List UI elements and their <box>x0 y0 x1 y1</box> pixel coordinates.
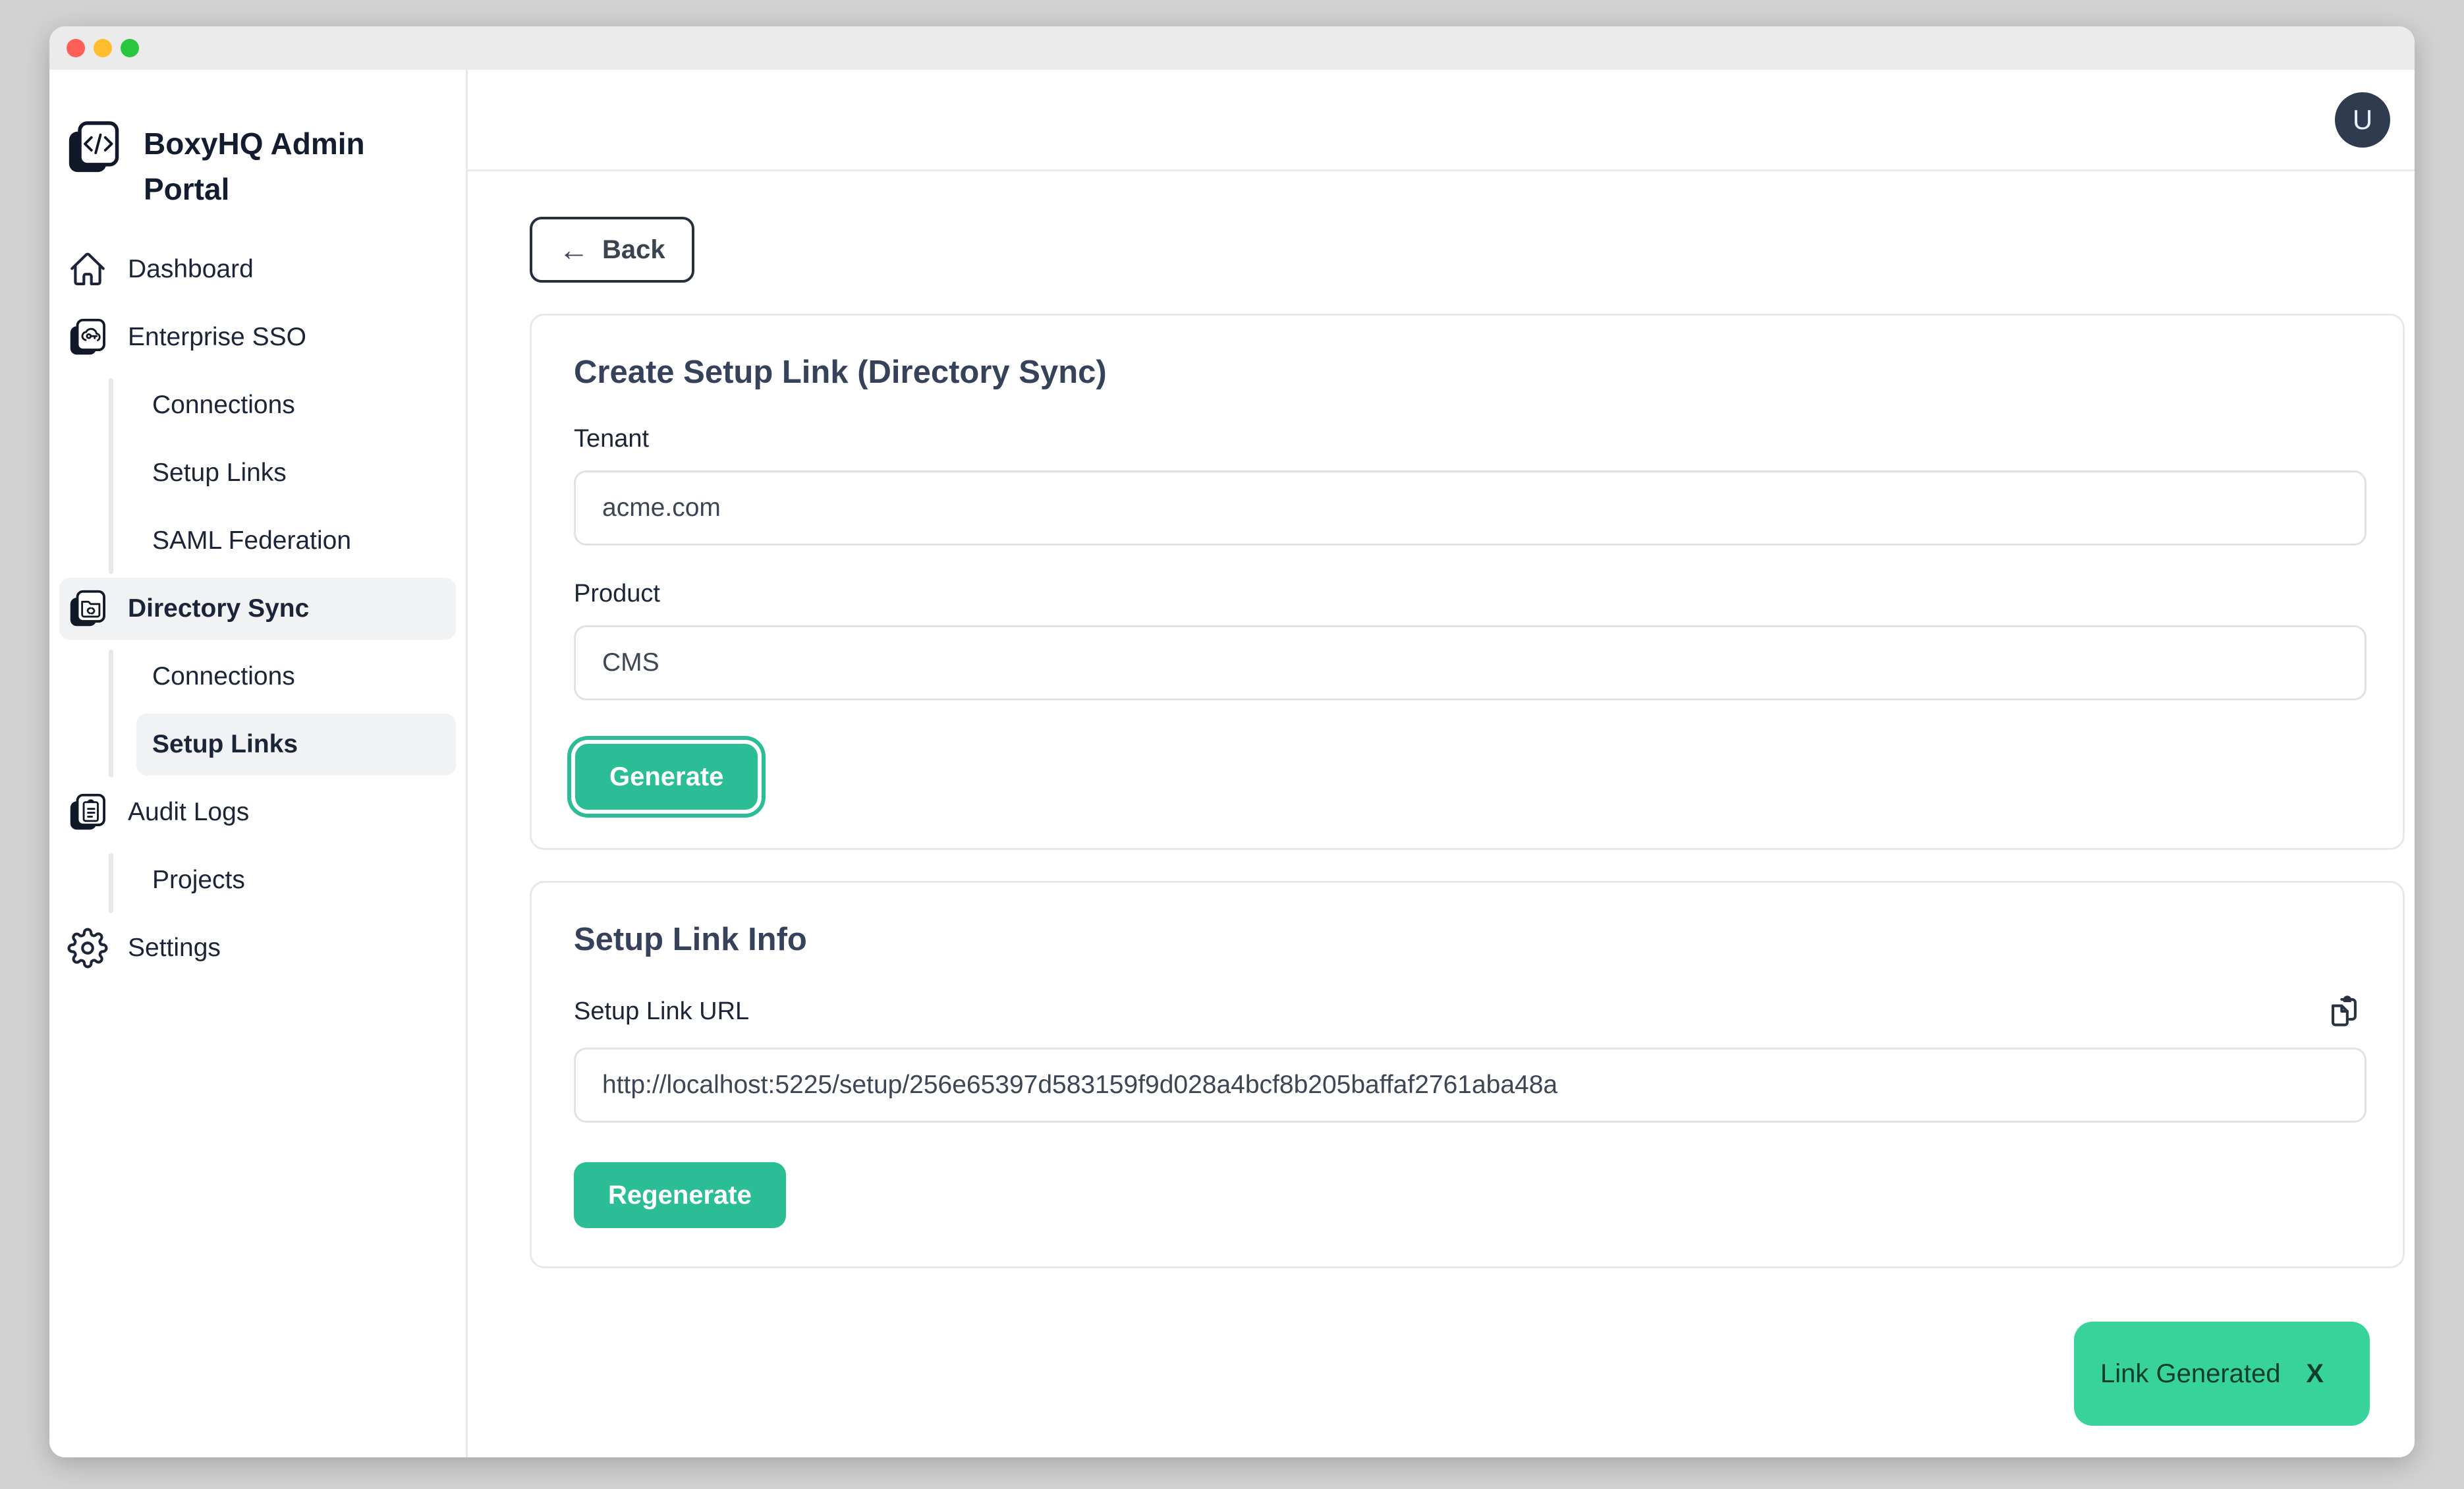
sidebar-item-label: Directory Sync <box>128 594 309 623</box>
sidebar-item-enterprise-sso[interactable]: Enterprise SSO <box>59 306 456 368</box>
back-arrow-icon: ← <box>559 235 589 265</box>
sidebar-item-sso-setup-links[interactable]: Setup Links <box>136 442 456 504</box>
back-button[interactable]: ← Back <box>530 217 694 283</box>
sidebar-item-label: Enterprise SSO <box>128 323 306 352</box>
toast-link-generated: Link Generated X <box>2074 1322 2370 1426</box>
brand-name: BoxyHQ Admin Portal <box>144 120 381 212</box>
top-header: U <box>468 70 2415 171</box>
create-setup-link-card: Create Setup Link (Directory Sync) Tenan… <box>530 314 2405 850</box>
sidebar-item-audit-logs[interactable]: Audit Logs <box>59 781 456 843</box>
window-minimize-icon[interactable] <box>94 39 112 57</box>
setup-link-url-input[interactable] <box>574 1048 2366 1123</box>
card-title: Setup Link Info <box>574 921 2363 958</box>
directory-sync-keycap-icon <box>67 588 108 629</box>
enterprise-sso-keycap-icon <box>67 317 108 358</box>
sidebar-item-settings[interactable]: Settings <box>59 917 456 979</box>
sidebar-nav: Dashboard <box>59 239 456 985</box>
toast-close-button[interactable]: X <box>2306 1359 2324 1389</box>
card-title: Create Setup Link (Directory Sync) <box>574 354 2363 391</box>
setup-link-info-card: Setup Link Info Setup Link URL <box>530 881 2405 1268</box>
clipboard-copy-icon[interactable] <box>2325 992 2363 1030</box>
avatar[interactable]: U <box>2335 92 2390 148</box>
product-input[interactable] <box>574 625 2366 700</box>
sidebar-item-label: Settings <box>128 934 221 963</box>
tenant-input[interactable] <box>574 470 2366 546</box>
window-maximize-icon[interactable] <box>121 39 139 57</box>
directory-sync-subgroup: Connections Setup Links <box>109 646 456 781</box>
boxyhq-logo-icon <box>66 120 121 175</box>
sidebar-item-label: Audit Logs <box>128 798 249 827</box>
sidebar-item-projects[interactable]: Projects <box>136 849 456 911</box>
regenerate-button[interactable]: Regenerate <box>574 1162 786 1228</box>
toast-message: Link Generated <box>2100 1359 2281 1389</box>
gear-icon <box>67 928 108 969</box>
sidebar-item-saml-federation[interactable]: SAML Federation <box>136 510 456 572</box>
product-label: Product <box>574 580 2363 608</box>
audit-logs-keycap-icon <box>67 792 108 833</box>
home-icon <box>67 249 108 290</box>
window-close-icon[interactable] <box>67 39 85 57</box>
tenant-label: Tenant <box>574 425 2363 453</box>
audit-logs-subgroup: Projects <box>109 849 456 917</box>
sidebar-item-directory-sync[interactable]: Directory Sync <box>59 578 456 640</box>
sidebar-item-label: Dashboard <box>128 255 254 284</box>
generate-button[interactable]: Generate <box>575 744 758 810</box>
brand: BoxyHQ Admin Portal <box>59 120 456 212</box>
sidebar-item-dashboard[interactable]: Dashboard <box>59 239 456 300</box>
setup-link-url-label: Setup Link URL <box>574 997 749 1026</box>
sidebar-item-sso-connections[interactable]: Connections <box>136 374 456 436</box>
enterprise-sso-subgroup: Connections Setup Links SAML Federation <box>109 374 456 578</box>
window-titlebar <box>49 26 2415 70</box>
sidebar-item-dsync-setup-links[interactable]: Setup Links <box>136 714 456 775</box>
page-content: ← Back Create Setup Link (Directory Sync… <box>468 171 2415 1268</box>
main-area: U ← Back Create Setup Link (Directory Sy… <box>468 70 2415 1457</box>
sidebar-item-dsync-connections[interactable]: Connections <box>136 646 456 708</box>
app-window: BoxyHQ Admin Portal Dashboard <box>49 26 2415 1457</box>
sidebar: BoxyHQ Admin Portal Dashboard <box>49 70 468 1457</box>
